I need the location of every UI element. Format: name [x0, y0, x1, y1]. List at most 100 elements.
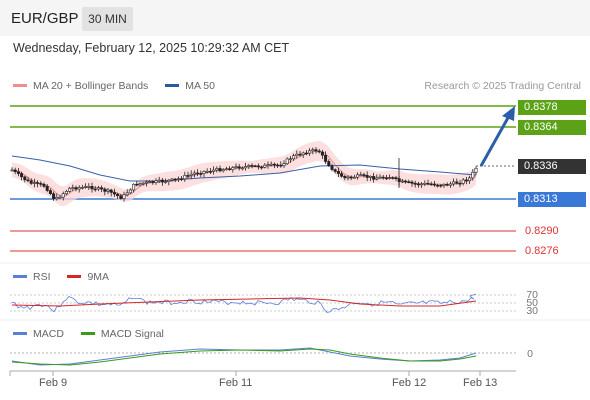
candle-body [180, 178, 184, 180]
candle-body [71, 187, 75, 189]
candle-body [141, 182, 145, 185]
candle-body [103, 188, 107, 192]
candle-body [439, 184, 443, 187]
candle-body [109, 189, 113, 193]
macd-zero-label: 0 [527, 348, 533, 360]
candle-body [429, 183, 433, 186]
candle-body [410, 181, 414, 184]
x-label-feb9: Feb 9 [39, 377, 68, 389]
pivot-label: 0.8313 [518, 192, 586, 207]
candle-body [468, 177, 472, 181]
candle-body [333, 169, 337, 172]
rsi-legend: RSI 9MA [13, 271, 123, 283]
candle-body [20, 173, 24, 178]
candle-body [445, 183, 449, 186]
candle-body [240, 167, 244, 170]
candle-body [154, 180, 158, 183]
candle-body [106, 189, 110, 192]
candle-body [80, 186, 84, 189]
candle-body [90, 186, 94, 190]
candle-body [416, 183, 420, 186]
candle-body [272, 163, 276, 166]
bollinger-band [12, 141, 476, 207]
candle-body [64, 191, 68, 195]
candle-body [404, 180, 408, 183]
candle-body [32, 182, 36, 184]
candle-body [128, 189, 132, 194]
x-label-feb11: Feb 11 [219, 377, 253, 389]
candle-body [247, 165, 251, 167]
candle-body [442, 183, 446, 186]
candle-body [314, 149, 318, 152]
candle-body [224, 168, 228, 171]
candle-body [122, 194, 126, 199]
candle-body [125, 192, 129, 196]
candle-body [375, 177, 379, 180]
candle-body [87, 186, 91, 188]
support-1-label: 0.8290 [525, 225, 559, 237]
candle-body [474, 167, 478, 173]
candle-body [234, 166, 238, 168]
candle-body [298, 153, 302, 156]
candle-body [23, 176, 27, 181]
candle-body [378, 176, 382, 179]
candle-body [167, 179, 171, 182]
candle-body [157, 179, 161, 182]
candle-body [138, 183, 142, 186]
candle-body [381, 176, 385, 179]
candle-body [253, 165, 257, 168]
candle-body [464, 179, 468, 182]
candle-body [52, 193, 56, 200]
candle-body [327, 161, 331, 166]
resistance-2-label: 0.8378 [518, 100, 586, 115]
candle-body [285, 158, 289, 164]
candle-body [205, 171, 209, 173]
candle-body [292, 155, 296, 160]
candle-body [340, 173, 344, 177]
candle-body [266, 164, 270, 166]
candle-body [132, 183, 136, 191]
candle-body [317, 150, 321, 153]
candle-body [260, 166, 264, 169]
candle-body [61, 193, 65, 198]
candle-body [263, 164, 267, 168]
candle-body [237, 166, 241, 169]
candle-body [74, 187, 78, 190]
legend-rsi-9ma: 9MA [67, 271, 109, 283]
candle-body [116, 193, 120, 197]
candle-body [276, 164, 280, 167]
candle-body [231, 167, 235, 170]
candle-body [391, 177, 395, 179]
candle-body [436, 184, 440, 187]
candle-body [16, 171, 20, 174]
candle-body [215, 168, 219, 171]
candle-body [330, 165, 334, 170]
candle-body [311, 149, 315, 152]
candle-body [352, 176, 356, 179]
candle-body [135, 183, 139, 186]
candle-body [244, 166, 248, 169]
candle-body [308, 150, 312, 154]
candle-body [250, 165, 254, 167]
candle-body [452, 181, 456, 185]
candle-body [218, 168, 222, 172]
candle-body [228, 168, 232, 171]
candle-body [186, 175, 190, 177]
candle-body [384, 177, 388, 180]
candle-body [39, 183, 43, 185]
candle-body [93, 188, 97, 191]
candle-body [202, 171, 206, 174]
candle-body [68, 187, 72, 192]
candle-body [196, 172, 200, 175]
candle-body [29, 180, 33, 184]
candle-body [359, 174, 363, 176]
candle-body [407, 181, 411, 183]
candle-body [362, 174, 366, 176]
candle-body [10, 169, 14, 172]
candle-body [282, 163, 286, 166]
forecast-arrow [479, 115, 511, 167]
candle-body [432, 183, 436, 186]
candle-body [55, 196, 59, 200]
candle-body [151, 181, 155, 183]
candle-body [400, 180, 404, 183]
